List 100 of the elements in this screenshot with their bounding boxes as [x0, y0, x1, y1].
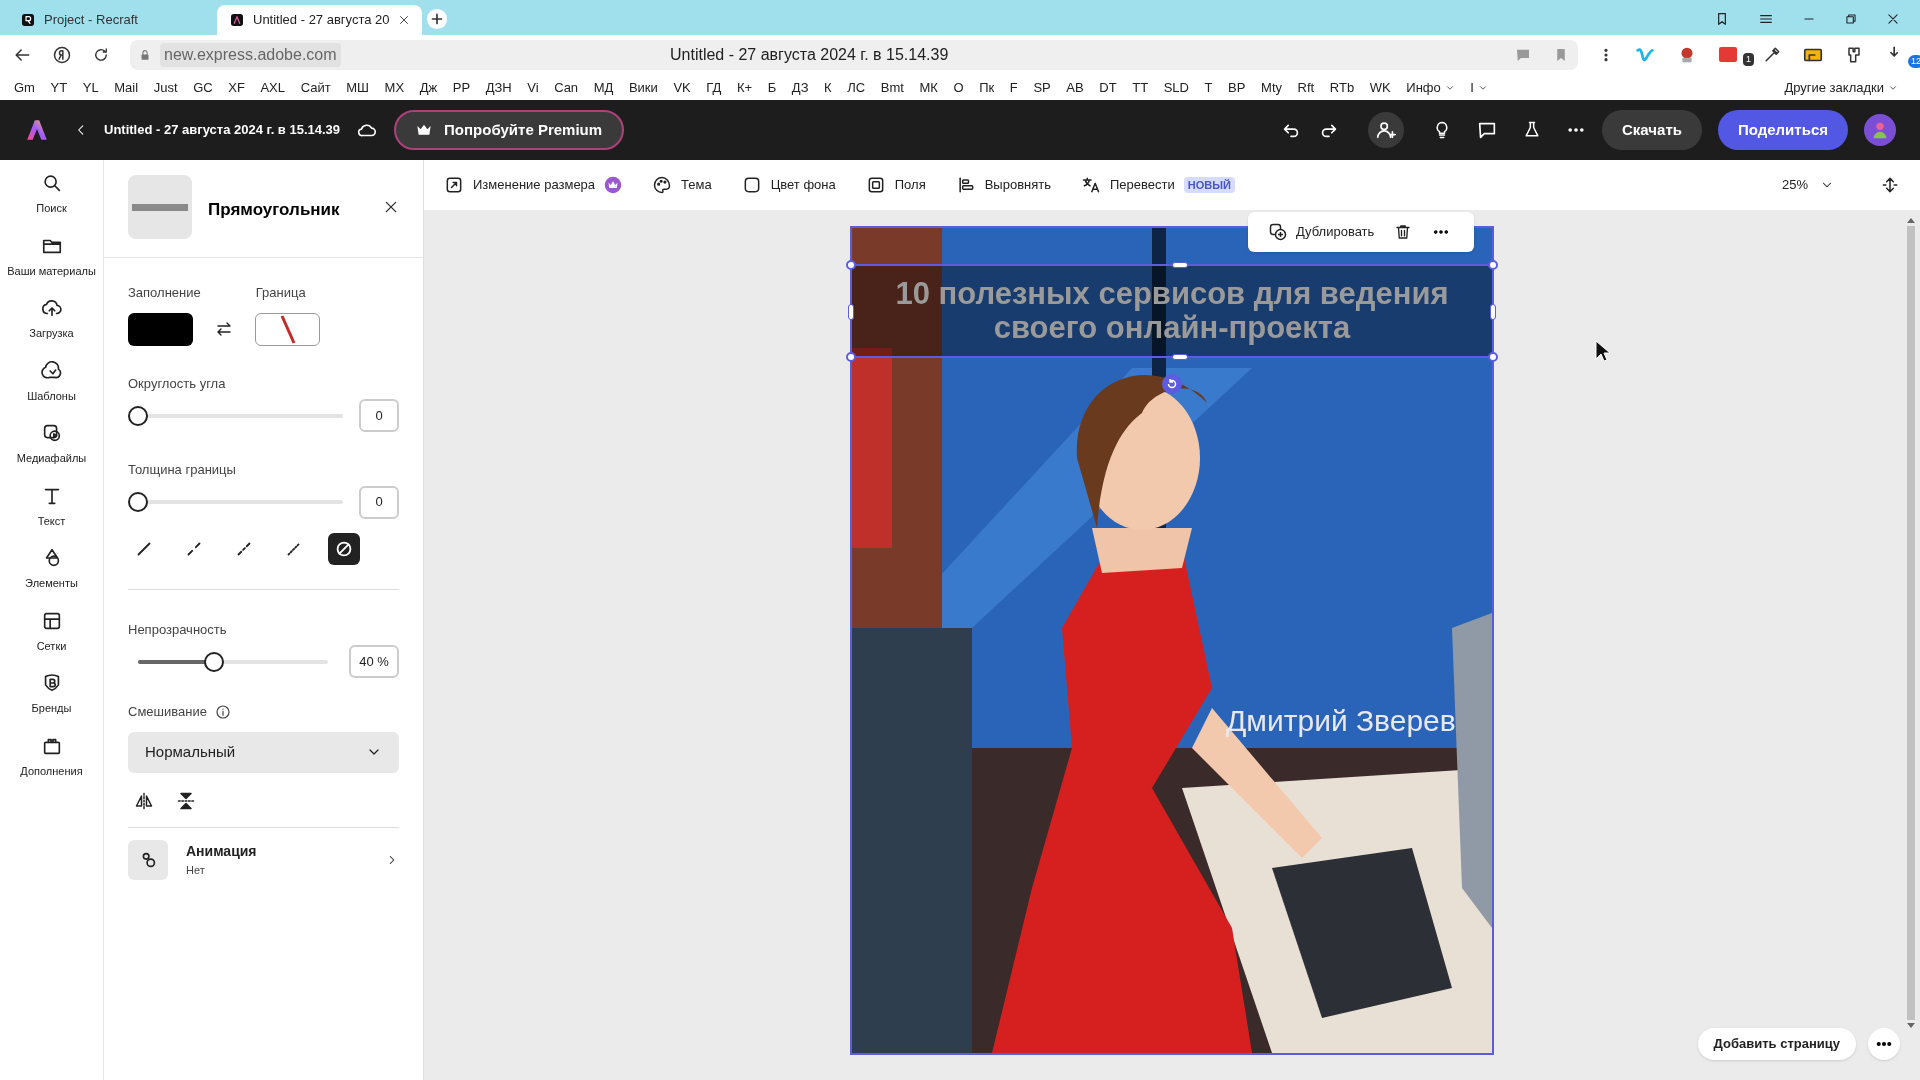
bookmark[interactable]: VK: [673, 77, 691, 98]
bookmark[interactable]: Б: [767, 77, 777, 98]
value-field[interactable]: 0: [359, 485, 399, 519]
bookmark[interactable]: Bmt: [880, 77, 904, 98]
value-field[interactable]: 0: [359, 399, 399, 432]
fit-icon[interactable]: [1880, 175, 1900, 195]
resize-handle[interactable]: [1172, 262, 1188, 268]
sidebar-item[interactable]: Ваши материалы: [1, 234, 102, 279]
resize-handle[interactable]: [1172, 354, 1188, 360]
bookmark[interactable]: Can: [554, 77, 579, 98]
close-icon[interactable]: [1886, 12, 1900, 26]
resize-handle[interactable]: [848, 304, 854, 320]
restore-icon[interactable]: [1844, 12, 1858, 26]
value-field[interactable]: 40 %: [349, 645, 399, 678]
premium-button[interactable]: Попробуйте Premium: [394, 110, 625, 150]
toolbar-button[interactable]: Выровнять: [955, 175, 1051, 195]
bookmark[interactable]: SP: [1033, 77, 1051, 98]
flip-horizontal-icon[interactable]: [134, 790, 154, 811]
share-button[interactable]: Поделиться: [1717, 110, 1848, 150]
info-icon[interactable]: [214, 703, 231, 720]
scroll-down-icon[interactable]: [1907, 1022, 1915, 1030]
sidebar-item[interactable]: Медиафайлы: [1, 422, 102, 467]
sidebar-item[interactable]: Сетки: [1, 609, 102, 654]
toolbar-button[interactable]: Тема: [652, 175, 712, 195]
trash-icon[interactable]: [1394, 223, 1413, 241]
bookmark[interactable]: ГД: [706, 77, 722, 98]
toolbar-button[interactable]: Цвет фона: [741, 175, 836, 195]
sidebar-item[interactable]: Шаблоны: [1, 359, 102, 404]
reload-icon[interactable]: [92, 46, 110, 64]
bookmark[interactable]: AB: [1066, 77, 1084, 98]
bookmark[interactable]: AXL: [260, 77, 286, 98]
bookmark[interactable]: Gm: [14, 77, 35, 98]
browser-tab[interactable]: Untitled - 27 августа 20: [217, 5, 422, 35]
bookmark[interactable]: Инфо: [1406, 77, 1455, 98]
flip-vertical-icon[interactable]: [176, 790, 196, 811]
duplicate-button[interactable]: Дублировать: [1268, 222, 1375, 242]
resize-handle[interactable]: [1490, 304, 1496, 320]
avatar[interactable]: [1864, 114, 1896, 146]
sidebar-item[interactable]: Поиск: [1, 172, 102, 217]
bookmark[interactable]: I: [1470, 77, 1488, 98]
sidebar-item[interactable]: Дополнения: [1, 734, 102, 779]
bookmark[interactable]: Сайт: [300, 77, 331, 98]
blend-dropdown[interactable]: Нормальный: [128, 731, 399, 773]
bookmark[interactable]: ДЗН: [485, 77, 512, 98]
bookmark[interactable]: МД: [593, 77, 614, 98]
bookmark-folder[interactable]: Другие закладки: [1784, 77, 1906, 98]
bookmark[interactable]: ДЗ: [791, 77, 809, 98]
bookmark[interactable]: О: [953, 77, 964, 98]
bookmark[interactable]: Mty: [1261, 77, 1282, 98]
yandex-icon[interactable]: [52, 45, 72, 65]
bookmark[interactable]: T: [1204, 77, 1213, 98]
bookmark[interactable]: Вики: [628, 77, 658, 98]
bookmark[interactable]: МК: [919, 77, 938, 98]
new-tab-icon[interactable]: [426, 8, 448, 30]
scroll-up-icon[interactable]: [1907, 216, 1915, 224]
animation-row[interactable]: Анимация Нет: [128, 839, 399, 880]
bookmark[interactable]: TT: [1132, 77, 1149, 98]
fill-swatch[interactable]: [128, 312, 193, 346]
bookmark[interactable]: Vi: [527, 77, 539, 98]
bookmark[interactable]: WK: [1369, 77, 1391, 98]
bookmark[interactable]: К+: [736, 77, 753, 98]
download-button[interactable]: Скачать: [1602, 110, 1702, 150]
stroke-style-button[interactable]: [328, 532, 360, 565]
bookmark[interactable]: GC: [193, 77, 213, 98]
border-swatch[interactable]: [255, 312, 320, 346]
resize-handle[interactable]: [1488, 352, 1498, 362]
bookmark[interactable]: DT: [1099, 77, 1117, 98]
toolbar-button[interactable]: Перевести НОВЫЙ: [1081, 175, 1235, 195]
bookmark[interactable]: Just: [153, 77, 178, 98]
bookmark[interactable]: К: [824, 77, 832, 98]
bookmark[interactable]: Пк: [979, 77, 995, 98]
bookmark[interactable]: RTb: [1329, 77, 1355, 98]
bookmark[interactable]: Rft: [1297, 77, 1315, 98]
address-bar[interactable]: new.express.adobe.com Untitled - 27 августа 2024 г. в 15.14.39: [130, 40, 1578, 70]
sidebar-item[interactable]: Загрузка: [1, 297, 102, 342]
invite-icon[interactable]: [1368, 112, 1405, 148]
bookmark[interactable]: YL: [82, 77, 99, 98]
bookmark[interactable]: ЛС: [847, 77, 866, 98]
sidebar-item[interactable]: Текст: [1, 484, 102, 529]
bookmark[interactable]: SLD: [1163, 77, 1189, 98]
bookmark[interactable]: F: [1009, 77, 1018, 98]
document-title[interactable]: Untitled - 27 августа 2024 г. в 15.14.39: [104, 120, 341, 140]
bookmark[interactable]: Дж: [419, 77, 438, 98]
adobe-express-logo[interactable]: [24, 117, 50, 143]
sidebar-item[interactable]: Бренды: [1, 672, 102, 717]
sidebar-item[interactable]: Элементы: [1, 547, 102, 592]
resize-handle[interactable]: [1488, 260, 1498, 270]
close-icon[interactable]: [383, 199, 399, 215]
zoom-dropdown[interactable]: 25%: [1781, 175, 1834, 195]
bookmark[interactable]: BP: [1228, 77, 1246, 98]
bookmark[interactable]: МХ: [384, 77, 405, 98]
bookmark[interactable]: XF: [228, 77, 245, 98]
resize-handle[interactable]: [846, 260, 856, 270]
more-icon[interactable]: [1868, 1028, 1900, 1060]
add-page-button[interactable]: Добавить страницу: [1697, 1028, 1856, 1060]
scrollbar[interactable]: [1906, 216, 1916, 1030]
resize-handle[interactable]: [846, 352, 856, 362]
toolbar-button[interactable]: Изменение размера: [444, 175, 623, 195]
browser-tab[interactable]: Project - Recraft: [8, 5, 213, 35]
bookmark[interactable]: МШ: [346, 77, 369, 98]
